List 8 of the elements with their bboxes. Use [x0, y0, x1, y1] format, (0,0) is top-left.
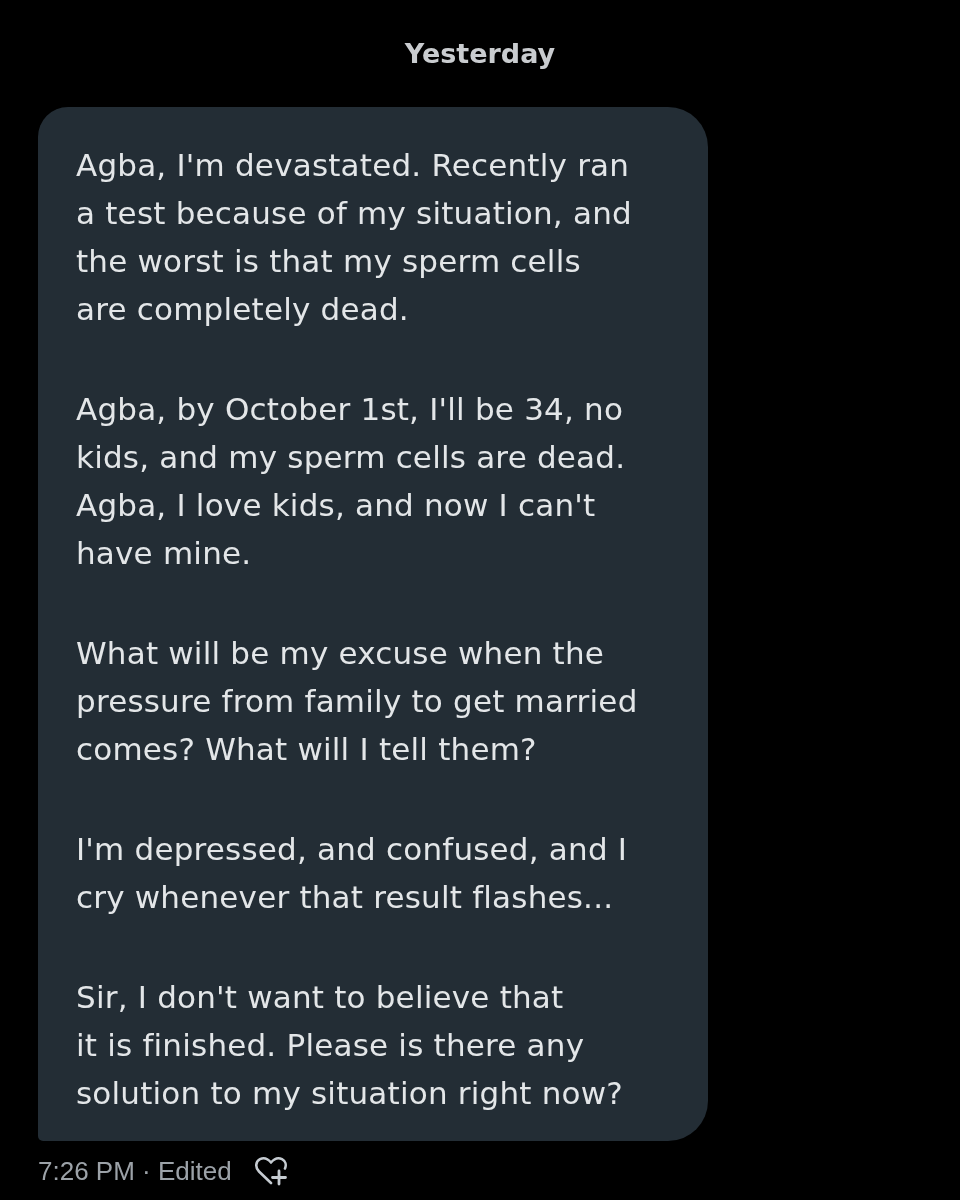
message-paragraph: Sir, I don't want to believe that it is finished. Please is there any solution to my situation right now? [76, 978, 624, 1113]
message-paragraph: What will be my excuse when the pressure from family to get married comes? What will I tell them? [76, 634, 639, 769]
message-paragraph: Agba, I'm devastated. Recently ran a test because of my situation, and the worst is that my sperm cells are completely dead. [76, 146, 633, 329]
date-separator: Yesterday [404, 37, 556, 69]
message-timestamp: 7:26 PM · Edited [38, 1155, 232, 1188]
add-reaction-icon[interactable] [253, 1156, 288, 1186]
message-paragraph: I'm depressed, and confused, and I cry whenever that result flashes... [76, 830, 629, 917]
message-paragraph: Agba, by October 1st, I'll be 34, no kids, and my sperm cells are dead. Agba, I love kids, and now I can't have mine. [76, 390, 627, 573]
